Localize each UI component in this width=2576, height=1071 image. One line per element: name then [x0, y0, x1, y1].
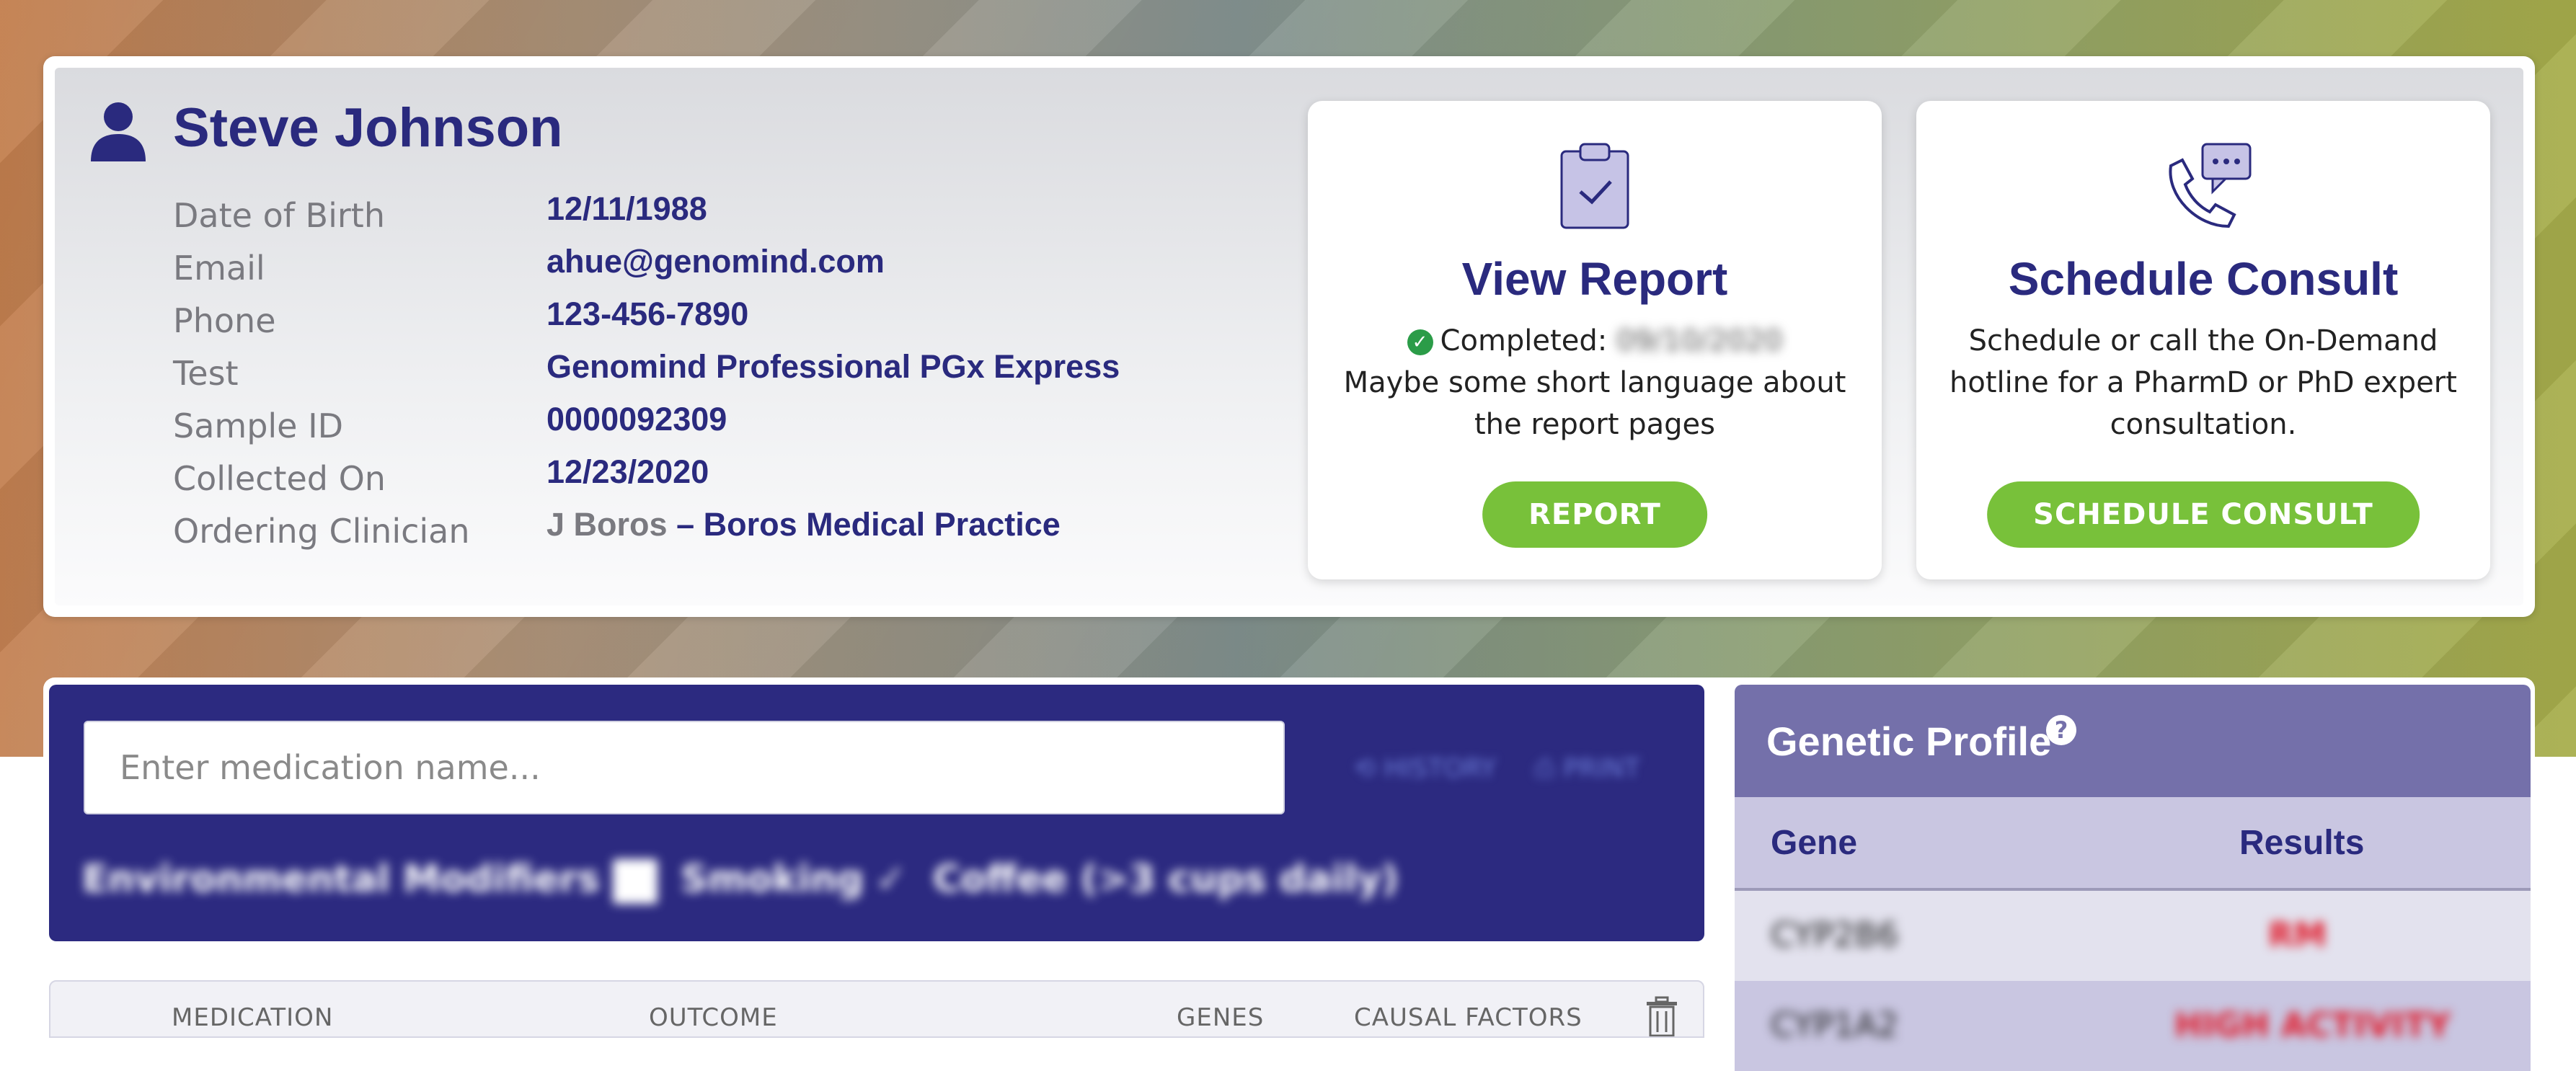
print-label: PRINT	[1563, 754, 1640, 783]
report-status-label: Completed:	[1440, 324, 1608, 357]
col-outcome[interactable]: OUTCOME	[649, 1003, 778, 1032]
clinician-name: J Boros	[546, 506, 668, 543]
collected-on-value: 12/23/2020	[546, 453, 709, 490]
check-circle-icon: ✓	[1407, 329, 1433, 355]
help-icon[interactable]: ?	[2046, 715, 2076, 745]
sample-id-label: Sample ID	[173, 406, 344, 445]
clinician-practice: – Boros Medical Practice	[676, 506, 1061, 543]
person-icon	[91, 102, 146, 161]
clipboard-icon	[1560, 143, 1629, 229]
smoking-label: Smoking	[681, 858, 864, 901]
medication-search-input[interactable]: Enter medication name...	[84, 721, 1285, 814]
schedule-consult-button[interactable]: SCHEDULE CONSULT	[1987, 481, 2420, 548]
genetic-profile-columns: Gene Results	[1735, 797, 2531, 891]
coffee-label: Coffee (>3 cups daily)	[933, 858, 1399, 901]
history-button[interactable]: ⟲ HISTORY	[1354, 754, 1496, 783]
phone-value: 123-456-7890	[546, 295, 749, 332]
report-description: Maybe some short language about the repo…	[1343, 366, 1846, 441]
col-medication[interactable]: MEDICATION	[172, 1003, 333, 1032]
view-report-title: View Report	[1461, 253, 1728, 305]
col-causal-factors[interactable]: CAUSAL FACTORS	[1354, 1003, 1583, 1032]
collected-on-label: Collected On	[173, 459, 386, 498]
email-label: Email	[173, 249, 265, 288]
phone-label: Phone	[173, 301, 276, 340]
sample-id-value: 0000092309	[546, 401, 727, 437]
history-icon: ⟲	[1354, 754, 1376, 783]
env-modifiers-label: Environmental Modifiers	[82, 858, 600, 901]
print-button[interactable]: ⎙ PRINT	[1534, 754, 1640, 784]
print-icon: ⎙	[1534, 754, 1555, 783]
dob-value: 12/11/1988	[546, 190, 707, 227]
schedule-consult-card: Schedule Consult Schedule or call the On…	[1916, 101, 2490, 579]
coffee-check-icon[interactable]: ✓	[875, 858, 907, 901]
report-status: ✓ Completed: 09/10/2020	[1308, 324, 1882, 357]
report-button[interactable]: REPORT	[1482, 481, 1707, 548]
gene-result: HIGH ACTIVITY	[2174, 1005, 2451, 1044]
clinician-value: J Boros – Boros Medical Practice	[546, 506, 1061, 543]
view-report-card: View Report ✓ Completed: 09/10/2020 Maybe…	[1308, 101, 1882, 579]
clinician-label: Ordering Clinician	[173, 512, 470, 551]
gene-name: CYP2B6	[1771, 915, 1899, 954]
trash-icon[interactable]	[1645, 996, 1678, 1036]
medication-table-header: MEDICATION OUTCOME GENES CAUSAL FACTORS	[49, 980, 1704, 1038]
gene-result: RM	[2268, 915, 2327, 954]
genetic-profile-panel: Genetic Profile ? Gene Results CYP2B6 RM…	[1735, 685, 2531, 1071]
col-gene: Gene	[1771, 824, 1858, 862]
col-genes[interactable]: GENES	[1177, 1003, 1264, 1032]
genetic-profile-row[interactable]: CYP1A2 HIGH ACTIVITY	[1735, 981, 2531, 1071]
gene-name: CYP1A2	[1771, 1005, 1899, 1044]
patient-name: Steve Johnson	[173, 97, 563, 159]
dob-label: Date of Birth	[173, 196, 385, 235]
smoking-checkbox[interactable]	[613, 859, 658, 904]
test-label: Test	[173, 354, 239, 393]
email-value: ahue@genomind.com	[546, 243, 885, 280]
genetic-profile-row[interactable]: CYP2B6 RM	[1735, 891, 2531, 981]
phone-chat-icon	[2169, 143, 2252, 228]
genetic-profile-header: Genetic Profile ?	[1735, 685, 2531, 797]
test-value: Genomind Professional PGx Express	[546, 348, 1120, 385]
schedule-consult-title: Schedule Consult	[2008, 253, 2399, 305]
report-status-date: 09/10/2020	[1616, 324, 1783, 357]
col-results: Results	[2239, 824, 2365, 862]
consult-description: Schedule or call the On-Demand hotline f…	[1949, 324, 2457, 441]
medication-search-panel: Enter medication name... ⟲ HISTORY ⎙ PRI…	[49, 685, 1704, 941]
genetic-profile-title: Genetic Profile	[1766, 719, 2052, 764]
history-label: HISTORY	[1384, 754, 1497, 783]
